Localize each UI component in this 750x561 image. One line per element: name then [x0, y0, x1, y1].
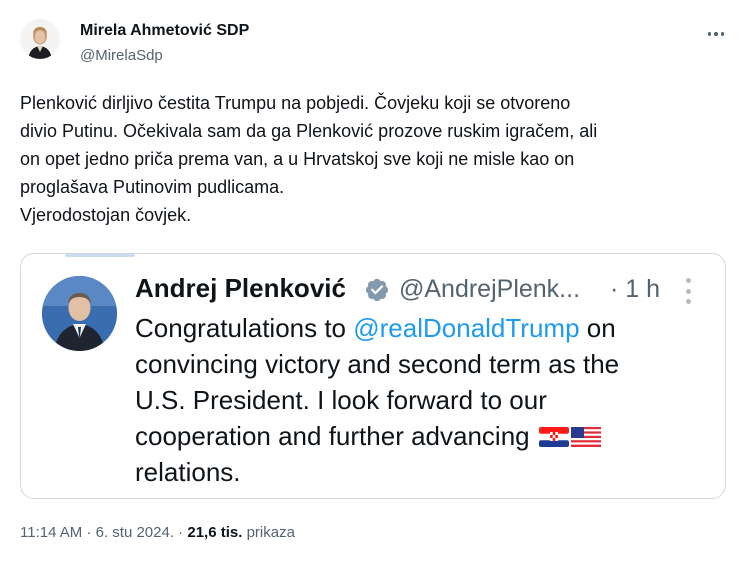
- tweet-time[interactable]: 11:14 AM: [20, 524, 82, 541]
- verified-badge-icon: [365, 278, 389, 302]
- tweet-date[interactable]: 6. stu 2024.: [96, 524, 174, 541]
- quoted-author-name[interactable]: Andrej Plenković: [135, 273, 346, 304]
- quoted-tweet-card[interactable]: Andrej Plenković @AndrejPlenk... · 1 h C…: [20, 253, 726, 499]
- quoted-text-line: relations.: [135, 457, 241, 487]
- author-handle[interactable]: @MirelaSdp: [80, 47, 163, 64]
- quoted-author-avatar[interactable]: [42, 276, 117, 351]
- more-dots-icon: [707, 32, 712, 36]
- author-avatar[interactable]: [20, 19, 60, 59]
- tweet-text-line: Plenković dirljivo čestita Trumpu na pob…: [20, 93, 571, 113]
- usa-flag-icon: [570, 427, 601, 447]
- croatia-flag-icon: [538, 427, 569, 447]
- quoted-more-options[interactable]: [685, 278, 691, 304]
- more-dots-icon: [685, 278, 691, 283]
- quoted-text-line: convincing victory and second term as th…: [135, 349, 620, 379]
- mention-link[interactable]: @realDonaldTrump: [353, 313, 579, 343]
- tweet-text-line: Vjerodostojan čovjek.: [20, 205, 192, 225]
- view-count: 21,6 tis.: [187, 524, 243, 541]
- quoted-author-handle[interactable]: @AndrejPlenk...: [399, 275, 580, 304]
- more-options-button[interactable]: [704, 24, 728, 44]
- tweet-text: Plenković dirljivo čestita Trumpu na pob…: [20, 89, 720, 229]
- quoted-timestamp[interactable]: · 1 h: [610, 275, 660, 304]
- quoted-tweet-text: Congratulations to @realDonaldTrump on c…: [135, 310, 715, 490]
- tweet-text-line: proglašava Putinovim pudlicama.: [20, 177, 285, 197]
- quoted-text-line: cooperation and further advancing: [135, 418, 715, 454]
- tweet-text-line: on opet jedno priča prema van, a u Hrvat…: [20, 149, 575, 169]
- author-name[interactable]: Mirela Ahmetović SDP: [80, 22, 249, 40]
- view-label: prikaza: [242, 524, 295, 541]
- quoted-text-line: U.S. President. I look forward to our: [135, 385, 547, 415]
- tweet-meta: 11:14 AM · 6. stu 2024. · 21,6 tis. prik…: [20, 524, 295, 541]
- quoted-text-line: Congratulations to @realDonaldTrump on: [135, 313, 616, 343]
- tweet-text-line: divio Putinu. Očekivala sam da ga Plenko…: [20, 121, 598, 141]
- card-top-accent: [65, 254, 135, 257]
